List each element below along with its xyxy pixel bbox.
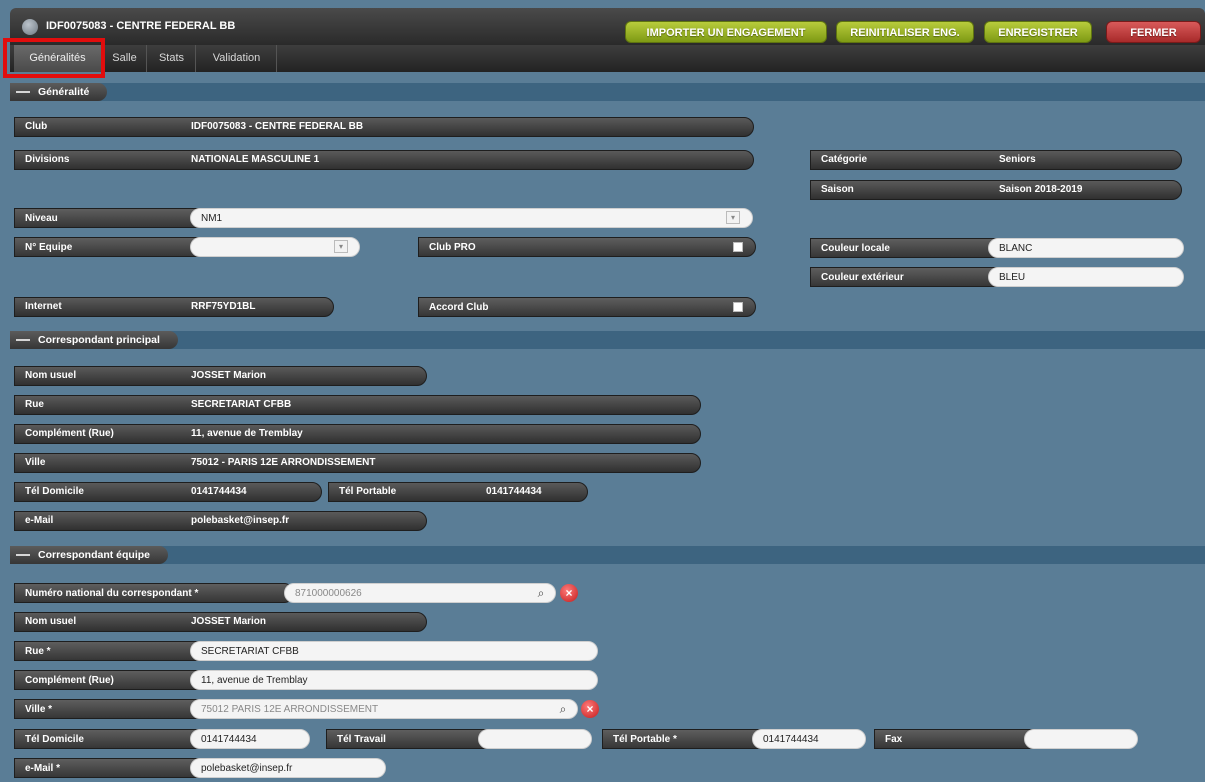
mail-label: e-Mail <box>25 515 54 526</box>
mail-value: polebasket@insep.fr <box>191 515 290 526</box>
window-title: IDF0075083 - CENTRE FEDERAL BB <box>46 20 236 32</box>
ville-value: 75012 - PARIS 12E ARRONDISSEMENT <box>191 457 376 468</box>
couleur-locale-input[interactable]: BLANC <box>988 238 1184 258</box>
ville-input[interactable]: 75012 PARIS 12E ARRONDISSEMENT <box>190 699 578 719</box>
principal-nom-row: Nom usuel JOSSET Marion <box>14 366 427 386</box>
search-icon[interactable]: ⌕ <box>534 586 548 600</box>
nom-label: Nom usuel <box>25 616 77 627</box>
comp-label: Complément (Rue) <box>25 428 114 439</box>
principal-teldom-row: Tél Domicile 0141744434 <box>14 482 322 502</box>
couleur-ext-input[interactable]: BLEU <box>988 267 1184 287</box>
fax-label: Fax <box>874 729 1044 749</box>
teldom-label: Tél Domicile <box>25 486 84 497</box>
ville-label: Ville * <box>14 699 214 719</box>
teltrav-input[interactable] <box>478 729 592 749</box>
categorie-value: Seniors <box>999 154 1036 165</box>
nom-value: JOSSET Marion <box>191 616 267 627</box>
import-engagement-button[interactable]: IMPORTER UN ENGAGEMENT <box>625 21 827 43</box>
clear-icon[interactable]: × <box>560 584 578 602</box>
couleur-ext-label: Couleur extérieur <box>810 267 1010 287</box>
numero-label: Numéro national du correspondant * <box>14 583 294 603</box>
principal-rue-row: Rue SECRETARIAT CFBB <box>14 395 701 415</box>
section-header-general: Généralité <box>10 83 1205 101</box>
teldom-value: 0141744434 <box>191 486 247 497</box>
window-titlebar: IDF0075083 - CENTRE FEDERAL BB IMPORTER … <box>10 8 1205 45</box>
internet-label: Internet <box>25 301 62 312</box>
internet-row: Internet RRF75YD1BL <box>14 297 334 317</box>
niveau-label: Niveau <box>14 208 214 228</box>
principal-ville-row: Ville 75012 - PARIS 12E ARRONDISSEMENT <box>14 453 701 473</box>
tab-bar: Généralités Salle Stats Validation <box>10 45 1205 72</box>
clubpro-checkbox[interactable] <box>733 242 743 252</box>
tab-salle[interactable]: Salle <box>103 45 147 72</box>
chevron-down-icon[interactable]: ▾ <box>334 240 348 253</box>
chevron-down-icon[interactable]: ▾ <box>726 211 740 224</box>
section-title: Généralité <box>10 83 108 101</box>
mail-label: e-Mail * <box>14 758 214 778</box>
section-header-principal: Correspondant principal <box>10 331 1205 349</box>
rue-label: Rue <box>25 399 44 410</box>
telport-label: Tél Portable <box>339 486 397 497</box>
clear-icon[interactable]: × <box>581 700 599 718</box>
teltrav-label: Tél Travail <box>326 729 496 749</box>
comp-input[interactable]: 11, avenue de Tremblay <box>190 670 598 690</box>
rue-label: Rue * <box>14 641 214 661</box>
tab-validation[interactable]: Validation <box>197 45 277 72</box>
nom-label: Nom usuel <box>25 370 77 381</box>
numero-input[interactable]: 871000000626 <box>284 583 556 603</box>
reset-engagement-button[interactable]: REINITIALISER ENG. <box>836 21 974 43</box>
app-icon <box>22 19 38 35</box>
niveau-value: NM1 <box>201 213 223 224</box>
ville-label: Ville <box>25 457 46 468</box>
fax-input[interactable] <box>1024 729 1138 749</box>
internet-value: RRF75YD1BL <box>191 301 256 312</box>
rue-value: SECRETARIAT CFBB <box>191 399 292 410</box>
accord-label: Accord Club <box>418 297 756 317</box>
search-icon[interactable]: ⌕ <box>556 702 570 716</box>
saison-value: Saison 2018-2019 <box>999 184 1083 195</box>
rue-input[interactable]: SECRETARIAT CFBB <box>190 641 598 661</box>
principal-mail-row: e-Mail polebasket@insep.fr <box>14 511 427 531</box>
equipe-label: N° Equipe <box>14 237 214 257</box>
section-title: Correspondant équipe <box>10 546 169 564</box>
active-tab-highlight <box>3 38 105 78</box>
club-row: Club IDF0075083 - CENTRE FEDERAL BB <box>14 117 754 137</box>
divisions-row: Divisions NATIONALE MASCULINE 1 <box>14 150 754 170</box>
mail-input[interactable]: polebasket@insep.fr <box>190 758 386 778</box>
section-header-equipe: Correspondant équipe <box>10 546 1205 564</box>
section-title: Correspondant principal <box>10 331 178 349</box>
teldom-label: Tél Domicile <box>14 729 214 749</box>
niveau-select[interactable]: NM1 <box>190 208 753 228</box>
telport-value: 0141744434 <box>486 486 542 497</box>
couleur-locale-label: Couleur locale <box>810 238 1010 258</box>
divisions-value: NATIONALE MASCULINE 1 <box>191 154 320 165</box>
saison-row: Saison Saison 2018-2019 <box>810 180 1182 200</box>
telport-label: Tél Portable * <box>602 729 772 749</box>
comp-value: 11, avenue de Tremblay <box>191 428 303 439</box>
telport-input[interactable]: 0141744434 <box>752 729 866 749</box>
teldom-input[interactable]: 0141744434 <box>190 729 310 749</box>
accord-checkbox[interactable] <box>733 302 743 312</box>
saison-label: Saison <box>821 184 854 195</box>
tab-stats[interactable]: Stats <box>148 45 196 72</box>
equipe-nom-row: Nom usuel JOSSET Marion <box>14 612 427 632</box>
comp-label: Complément (Rue) <box>14 670 214 690</box>
categorie-label: Catégorie <box>821 154 868 165</box>
clubpro-label: Club PRO <box>418 237 756 257</box>
categorie-row: Catégorie Seniors <box>810 150 1182 170</box>
principal-telport-row: Tél Portable 0141744434 <box>328 482 588 502</box>
nom-value: JOSSET Marion <box>191 370 267 381</box>
save-button[interactable]: ENREGISTRER <box>984 21 1092 43</box>
club-label: Club <box>25 121 48 132</box>
divisions-label: Divisions <box>25 154 70 165</box>
club-value: IDF0075083 - CENTRE FEDERAL BB <box>191 121 364 132</box>
principal-comp-row: Complément (Rue) 11, avenue de Tremblay <box>14 424 701 444</box>
close-button[interactable]: FERMER <box>1106 21 1201 43</box>
